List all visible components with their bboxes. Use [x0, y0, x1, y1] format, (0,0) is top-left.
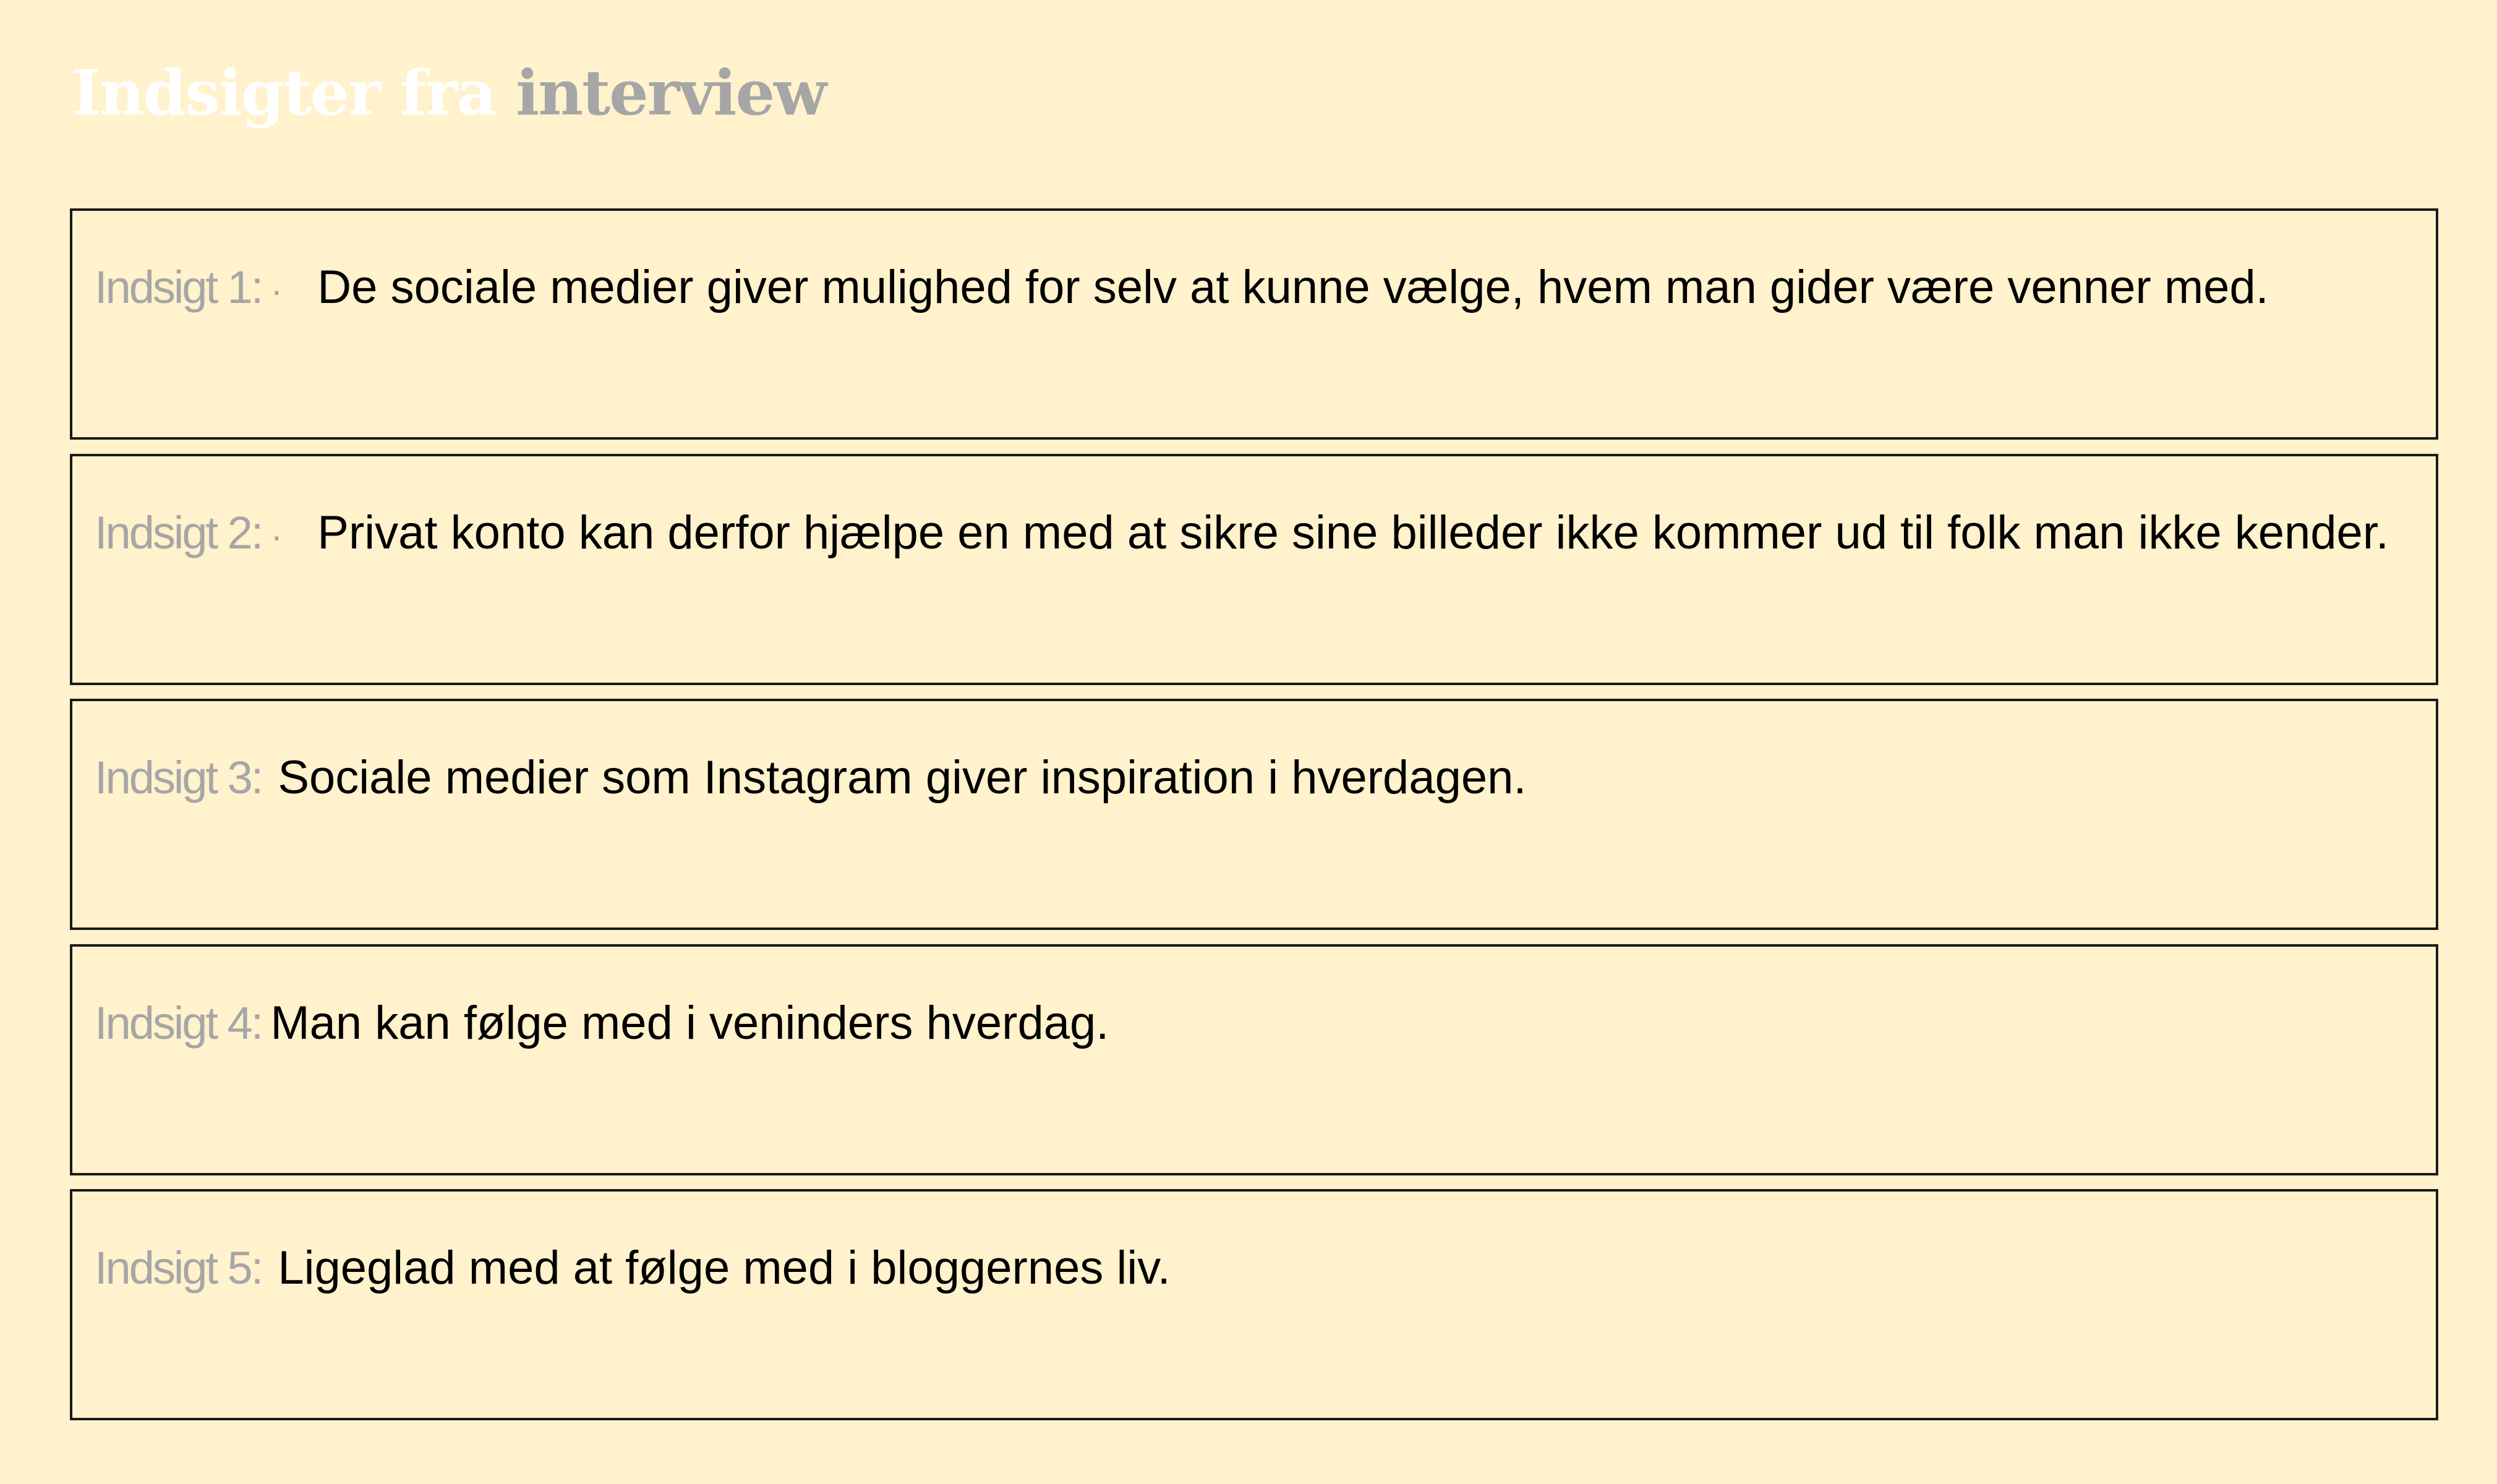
page-title: Indsigter fra interview — [72, 49, 827, 136]
insight-box-2: Indsigt 2: · Privat konto kan derfor hjælp… — [70, 454, 2438, 685]
insight-text: De sociale medier giver mulighed for sel… — [317, 261, 2269, 313]
bullet-separator: · — [270, 515, 283, 556]
bullet-separator: · — [270, 270, 283, 311]
insight-label: Indsigt 2: — [95, 507, 263, 558]
insight-label: Indsigt 1: — [95, 262, 263, 313]
insight-label: Indsigt 3: — [95, 752, 263, 803]
insight-label: Indsigt 5: — [95, 1242, 263, 1294]
insight-text: Ligeglad med at følge med i bloggernes l… — [278, 1242, 1171, 1294]
insight-box-1: Indsigt 1: · De sociale medier giver mulig… — [70, 208, 2438, 440]
insight-label: Indsigt 4: — [95, 997, 263, 1049]
insight-box-3: Indsigt 3: Sociale medier som Instagram g… — [70, 699, 2438, 930]
title-part-2: interview — [516, 56, 827, 129]
insight-box-4: Indsigt 4: Man kan følge med i veninders … — [70, 944, 2438, 1175]
insight-text: Man kan følge med i veninders hverdag. — [270, 997, 1109, 1049]
title-part-1: Indsigter fra — [72, 56, 516, 129]
insight-text: Privat konto kan derfor hjælpe en med at… — [317, 506, 2389, 559]
insight-box-5: Indsigt 5: Ligeglad med at følge med i bl… — [70, 1189, 2438, 1420]
insight-text: Sociale medier som Instagram giver inspi… — [278, 751, 1527, 804]
